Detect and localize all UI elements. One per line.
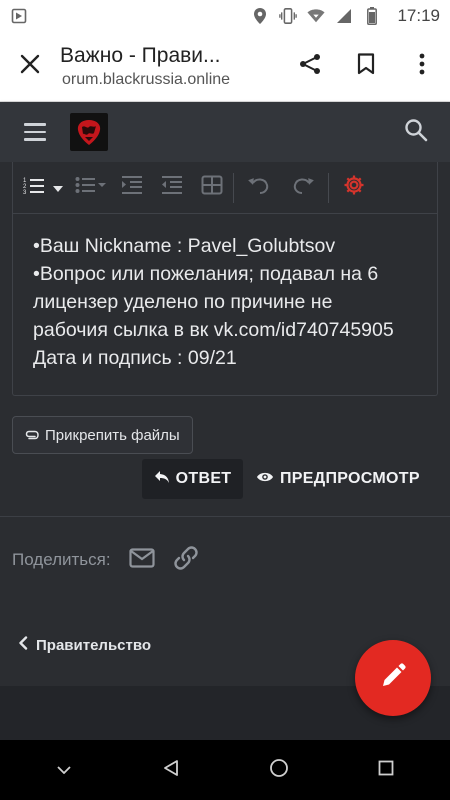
indent-icon xyxy=(121,175,143,200)
toolbar-separator xyxy=(328,172,329,203)
indent-button[interactable] xyxy=(117,173,147,203)
outdent-button[interactable] xyxy=(157,173,187,203)
undo-button[interactable] xyxy=(244,173,274,203)
paperclip-icon xyxy=(25,427,39,444)
editor-settings-button[interactable] xyxy=(339,173,369,203)
ordered-list-icon: 123 xyxy=(23,175,45,200)
breadcrumb-label: Правительство xyxy=(36,636,152,654)
email-icon xyxy=(129,547,155,573)
nav-collapse-icon xyxy=(57,761,71,779)
svg-text:3: 3 xyxy=(23,190,27,195)
page-url: orum.blackrussia.online xyxy=(62,70,231,88)
bookmark-icon xyxy=(357,53,375,80)
unordered-list-button[interactable] xyxy=(71,173,111,203)
location-icon xyxy=(251,7,269,25)
nav-back-icon xyxy=(162,759,180,782)
editor-toolbar: 123 xyxy=(13,162,437,214)
nav-back-button[interactable] xyxy=(141,740,201,800)
redo-button[interactable] xyxy=(288,173,318,203)
message-editor: 123 •Ваш Nickname: Pavel_Golubtsov •Воп… xyxy=(12,162,438,396)
wifi-icon xyxy=(307,7,326,25)
page-title: Важно - Прави... xyxy=(60,43,221,67)
editor-line: •Вопрос или пожелания; подавал на 6 xyxy=(33,263,379,285)
share-email-button[interactable] xyxy=(125,545,159,575)
share-page-button[interactable] xyxy=(282,32,338,102)
table-button[interactable] xyxy=(197,173,227,203)
attach-files-button[interactable]: Прикрепить файлы xyxy=(12,416,193,454)
signal-icon xyxy=(335,7,353,25)
editor-content[interactable]: •Ваш Nickname : Pavel_Golubtsov •Вопрос … xyxy=(13,214,437,372)
settings-gear-icon xyxy=(343,174,365,201)
nav-recents-icon xyxy=(378,760,394,781)
more-options-button[interactable] xyxy=(394,32,450,102)
browser-tab-bar: Важно - Прави... orum.blackrussia.online xyxy=(0,32,450,102)
battery-icon xyxy=(363,7,381,25)
clock: 17:19 xyxy=(397,6,440,25)
preview-button[interactable]: ПРЕДПРОСМОТР xyxy=(256,459,420,499)
close-tab-button[interactable] xyxy=(0,32,60,102)
site-header xyxy=(0,102,450,162)
vibrate-icon xyxy=(279,7,298,25)
reply-label: ОТВЕТ xyxy=(175,470,232,487)
editor-line: лицензер уделено по причине не xyxy=(33,291,333,313)
section-divider xyxy=(0,516,450,517)
reply-arrow-icon xyxy=(154,470,170,489)
preview-label: ПРЕДПРОСМОТР xyxy=(280,470,420,487)
hamburger-icon[interactable] xyxy=(24,117,54,147)
blackrussia-logo[interactable] xyxy=(70,113,108,151)
more-vert-icon xyxy=(419,53,425,80)
undo-icon xyxy=(248,175,270,200)
table-icon xyxy=(201,175,223,200)
toolbar-separator xyxy=(233,172,234,203)
editor-line: Дата и подпись : 09/21 xyxy=(33,347,237,369)
eye-icon xyxy=(256,470,274,488)
share-link-button[interactable] xyxy=(169,545,203,575)
ordered-list-button[interactable]: 123 xyxy=(19,173,49,203)
nav-home-icon xyxy=(269,758,289,783)
outdent-icon xyxy=(161,175,183,200)
link-icon xyxy=(173,545,199,576)
dropdown-caret-icon xyxy=(53,179,63,197)
ordered-list-dropdown[interactable] xyxy=(49,173,67,203)
nav-collapse-button[interactable] xyxy=(34,740,94,800)
nav-recents-button[interactable] xyxy=(356,740,416,800)
nav-home-button[interactable] xyxy=(249,740,309,800)
bookmark-button[interactable] xyxy=(338,32,394,102)
editor-line: •Ваш Nickname : Pavel_Golubtsov xyxy=(33,235,336,257)
unordered-list-icon xyxy=(75,175,107,200)
breadcrumb[interactable]: Правительство xyxy=(18,636,151,654)
share-icon xyxy=(298,52,322,81)
screenshot-icon xyxy=(10,7,28,25)
close-icon xyxy=(20,54,40,79)
redo-icon xyxy=(292,175,314,200)
editor-line: рабочия сылка в вк vk.com/id740745905 xyxy=(33,319,394,341)
attach-files-label: Прикрепить файлы xyxy=(45,426,180,444)
search-icon xyxy=(404,118,428,147)
system-nav-bar xyxy=(0,740,450,800)
chevron-left-icon xyxy=(18,636,28,654)
share-label: Поделиться: xyxy=(12,550,111,569)
reply-button[interactable]: ОТВЕТ xyxy=(142,459,243,499)
share-row: Поделиться: xyxy=(12,545,213,575)
pencil-icon xyxy=(380,662,406,694)
tab-title-block[interactable]: Важно - Прави... orum.blackrussia.online xyxy=(60,44,282,90)
status-bar: 17:19 xyxy=(0,0,450,32)
header-search-button[interactable] xyxy=(394,110,438,154)
new-post-fab[interactable] xyxy=(355,640,431,716)
